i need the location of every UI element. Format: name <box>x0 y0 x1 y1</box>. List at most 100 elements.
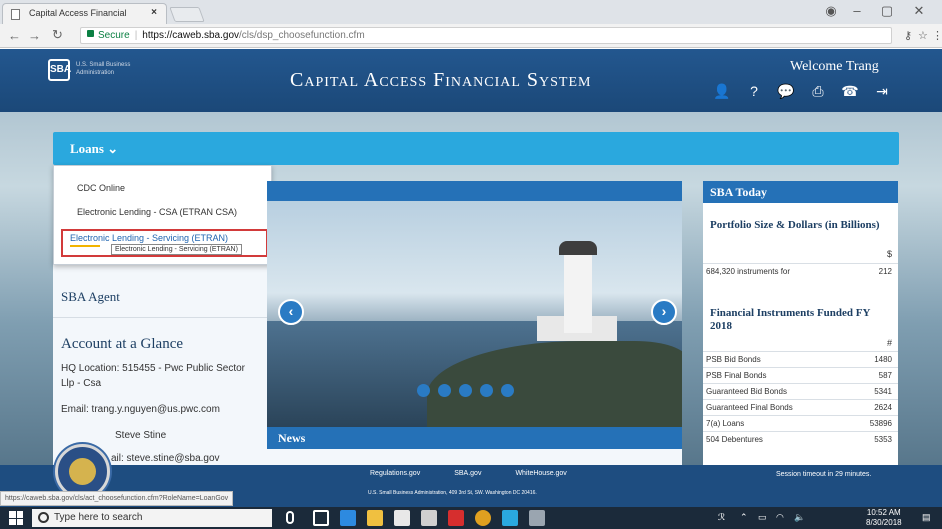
browser-tab[interactable]: Capital Access Financial × <box>2 3 167 24</box>
taskbar: Type here to search ℛ ⌃ ▭ ◠ 🔈 10:52 AM 8… <box>0 507 942 529</box>
carousel-dots <box>417 384 514 397</box>
funded-unit: # <box>886 338 892 348</box>
cursor-highlight <box>70 245 100 247</box>
acrobat-icon[interactable] <box>448 510 464 526</box>
news-heading: News <box>267 427 682 449</box>
file-explorer-icon[interactable] <box>367 510 383 526</box>
calculator-icon[interactable] <box>421 510 437 526</box>
header-icons: 👤 ? 💬 ⎙ ☎ ⇥ <box>712 83 892 100</box>
row-label: 504 Debentures <box>706 435 763 444</box>
sba-today-heading: SBA Today <box>703 181 898 203</box>
notifications-icon[interactable]: ▤ <box>922 512 931 523</box>
forward-arrow-icon[interactable]: → <box>28 28 41 43</box>
secure-label: Secure <box>98 30 130 41</box>
main-nav: Loans ⌄ <box>53 132 899 165</box>
sba-logo-subtext: U.S. Small Business Administration <box>76 62 131 76</box>
maximize-button[interactable]: ▢ <box>872 3 902 19</box>
task-view-icon[interactable] <box>313 510 329 526</box>
carousel-dot[interactable] <box>501 384 514 397</box>
row-value: 2624 <box>874 403 892 412</box>
url-host: https://caweb.sba.gov <box>142 30 240 41</box>
dropdown-item-etran-csa[interactable]: Electronic Lending - CSA (ETRAN CSA) <box>77 207 237 217</box>
user-email: Email: trang.y.nguyen@us.pwc.com <box>61 404 220 415</box>
taskbar-search[interactable]: Type here to search <box>32 509 272 527</box>
footer-link-regulations[interactable]: Regulations.gov <box>370 470 420 477</box>
account-heading: Account at a Glance <box>61 336 184 352</box>
url-field[interactable]: Secure | https://caweb.sba.gov/cls/dsp_cho… <box>80 27 892 44</box>
browser-tab-bar: Capital Access Financial × ◉ – ▢ ✕ <box>0 0 942 24</box>
status-url: https://caweb.sba.gov/cls/act_choosefunc… <box>0 491 234 506</box>
loans-menu[interactable]: Loans ⌄ <box>70 141 118 157</box>
clock-time: 10:52 AM <box>866 508 901 517</box>
sba-today-panel: SBA Today Portfolio Size & Dollars (in B… <box>703 181 898 471</box>
row-label: 7(a) Loans <box>706 419 745 428</box>
logout-icon[interactable]: ⇥ <box>872 83 892 100</box>
seal-emblem <box>69 458 96 485</box>
volume-icon[interactable]: 🔈 <box>794 512 805 523</box>
reload-icon[interactable]: ↻ <box>52 27 63 43</box>
portfolio-unit: $ <box>886 249 892 259</box>
windows-start-icon[interactable] <box>9 511 23 525</box>
row-value: 5341 <box>874 387 892 396</box>
carousel-dot[interactable] <box>438 384 451 397</box>
battery-icon[interactable]: ▭ <box>758 512 767 523</box>
hq-location: HQ Location: 515455 - Pwc Public Sector … <box>61 363 245 389</box>
footer-link-sba[interactable]: SBA.gov <box>454 470 481 477</box>
sba-logo[interactable]: SBA <box>48 59 71 81</box>
people-icon[interactable]: ℛ <box>718 512 725 523</box>
close-window-button[interactable]: ✕ <box>904 3 934 19</box>
footer-links: Regulations.gov SBA.gov WhiteHouse.gov <box>370 470 567 477</box>
back-arrow-icon[interactable]: ← <box>8 28 21 43</box>
funded-heading: Financial Instruments Funded FY 2018 <box>710 307 871 332</box>
taskbar-clock[interactable]: 10:52 AM 8/30/2018 <box>866 508 902 528</box>
print-icon[interactable]: ⎙ <box>808 83 828 100</box>
dropdown-item-etran-servicing[interactable]: Electronic Lending - Servicing (ETRAN) E… <box>61 229 268 257</box>
phone-icon[interactable]: ☎ <box>840 83 860 100</box>
chat-icon[interactable]: 💬 <box>776 83 796 100</box>
divider <box>53 317 272 318</box>
tray-up-icon[interactable]: ⌃ <box>740 512 748 523</box>
footer-link-whitehouse[interactable]: WhiteHouse.gov <box>515 470 566 477</box>
row-value: 587 <box>878 371 892 380</box>
address-bar-row: ← → ↻ Secure | https://caweb.sba.gov/cls/d… <box>0 24 942 48</box>
image-carousel: ‹ › <box>267 201 682 431</box>
carousel-prev-icon[interactable]: ‹ <box>278 299 304 325</box>
dropdown-item-label: Electronic Lending - Servicing (ETRAN) <box>70 233 229 243</box>
close-tab-icon[interactable]: × <box>151 7 157 18</box>
microphone-icon[interactable] <box>286 511 294 524</box>
table-row: 7(a) Loans 53896 <box>703 415 898 431</box>
app3-icon[interactable] <box>529 510 545 526</box>
footer-address: U.S. Small Business Administration, 409 … <box>368 490 537 496</box>
portfolio-row-value: 212 <box>878 267 892 276</box>
dropdown-item-cdc[interactable]: CDC Online <box>77 183 125 193</box>
portfolio-heading: Portfolio Size & Dollars (in Billions) <box>710 219 880 231</box>
carousel-dot[interactable] <box>459 384 472 397</box>
key-icon[interactable]: ⚷ <box>904 29 912 42</box>
menu-icon[interactable]: ⋮ <box>932 29 942 42</box>
new-tab-button[interactable] <box>169 7 205 22</box>
portfolio-row: 684,320 instruments for 212 <box>703 263 898 279</box>
lighthouse-image <box>564 253 592 333</box>
app2-icon[interactable] <box>502 510 518 526</box>
tab-title: Capital Access Financial <box>29 8 127 18</box>
carousel-header <box>267 181 682 201</box>
network-icon[interactable]: ◠ <box>776 512 784 523</box>
edge-icon[interactable] <box>340 510 356 526</box>
carousel-next-icon[interactable]: › <box>651 299 677 325</box>
table-row: Guaranteed Bid Bonds 5341 <box>703 383 898 399</box>
minimize-button[interactable]: – <box>842 3 872 18</box>
url-path: /cls/dsp_choosefunction.cfm <box>239 30 365 41</box>
help-icon[interactable]: ? <box>744 83 764 100</box>
star-icon[interactable]: ☆ <box>918 29 928 42</box>
carousel-dot[interactable] <box>480 384 493 397</box>
session-timeout: Session timeout in 29 minutes. <box>776 471 872 478</box>
row-label: PSB Final Bonds <box>706 371 767 380</box>
user-icon[interactable]: 👤 <box>712 83 732 100</box>
table-row: Guaranteed Final Bonds 2624 <box>703 399 898 415</box>
chrome-icon[interactable] <box>475 510 491 526</box>
site-header: SBA U.S. Small Business Administration C… <box>0 49 942 112</box>
carousel-dot[interactable] <box>417 384 430 397</box>
loans-label: Loans <box>70 141 104 156</box>
tooltip: Electronic Lending - Servicing (ETRAN) <box>111 244 242 255</box>
app-icon[interactable] <box>394 510 410 526</box>
